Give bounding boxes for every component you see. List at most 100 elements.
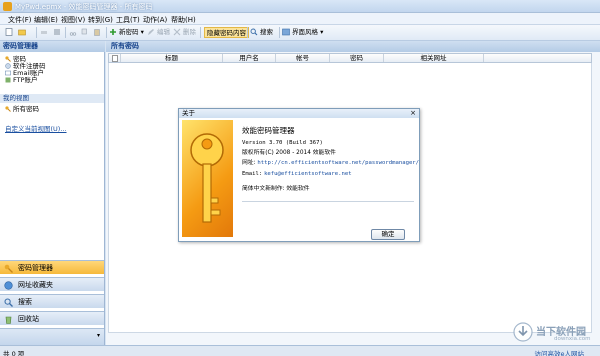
- menu-bar: 文件(F) 编辑(E) 视图(V) 转到(G) 工具(T) 动作(A) 帮助(H…: [0, 13, 600, 25]
- status-bar: 共 0 项 访问高效e人网站: [0, 345, 600, 356]
- dialog-divider: [242, 201, 414, 202]
- key-illustration: [182, 120, 233, 237]
- nav-search[interactable]: 搜索: [0, 294, 104, 308]
- sidebar-header: 密码管理器: [0, 41, 105, 52]
- open-button[interactable]: [18, 27, 28, 38]
- col-title[interactable]: 标题: [121, 54, 223, 62]
- theme-button[interactable]: 界面风格 ▾: [282, 27, 323, 38]
- paste-button[interactable]: [93, 27, 103, 38]
- menu-tools[interactable]: 工具(T): [116, 15, 140, 25]
- new-password-label: 新密码: [119, 28, 139, 36]
- product-name: 效能密码管理器: [242, 126, 295, 135]
- plus-icon: [110, 29, 116, 35]
- email-icon: [5, 70, 11, 76]
- new-file-icon: [5, 28, 13, 36]
- watermark: 当下软件园 downxia.com: [512, 320, 597, 344]
- search-button[interactable]: 搜索: [250, 27, 273, 38]
- hide-password-label: 隐藏密码内容: [207, 29, 246, 37]
- document-icon: [111, 54, 118, 62]
- theme-icon: [282, 28, 290, 36]
- save-button[interactable]: [53, 27, 63, 38]
- nav-password-manager[interactable]: 密码管理器: [0, 260, 104, 274]
- col-password[interactable]: 密码: [330, 54, 384, 62]
- menu-goto[interactable]: 转到(G): [88, 15, 113, 25]
- hide-password-button[interactable]: 隐藏密码内容: [204, 27, 249, 38]
- key-icon: [5, 56, 11, 62]
- dialog-title: 关于: [179, 109, 419, 118]
- folder-icon: [18, 29, 26, 36]
- ftp-icon: [5, 77, 11, 83]
- localization-credit: 简体中文新制作: 效能软件: [242, 186, 310, 192]
- search-label: 搜索: [260, 28, 273, 36]
- visit-website-link[interactable]: 访问高效e人网站: [535, 348, 585, 356]
- print-button[interactable]: [40, 27, 50, 38]
- menu-help[interactable]: 帮助(H): [171, 15, 196, 25]
- print-icon: [41, 31, 47, 34]
- nav-label: 网址收藏夹: [18, 281, 53, 289]
- scissors-icon: [69, 32, 77, 36]
- nav-configure-icon[interactable]: ▾: [97, 332, 100, 339]
- sidebar: 密码管理器 密码 软件注册码 Email账户 FTP账户 我的视图 所有密码 自…: [0, 41, 105, 345]
- about-dialog: 关于 × 效能密码管理器 Version 3.70 (Build 367) 版权…: [178, 108, 420, 242]
- paste-icon: [94, 29, 100, 36]
- item-count: 共 0 项: [3, 350, 25, 356]
- my-views-section: 我的视图: [0, 94, 104, 103]
- app-icon: [3, 2, 12, 11]
- key-icon: [190, 133, 224, 223]
- website-link[interactable]: http://cn.efficientsoftware.net/password…: [257, 160, 419, 166]
- window-title: MyPwd.epmx - 效能密码管理器 - 所有密码: [15, 3, 153, 11]
- menu-view[interactable]: 视图(V): [61, 15, 85, 25]
- nav-footer[interactable]: ▾: [0, 328, 104, 345]
- col-username[interactable]: 用户名: [223, 54, 276, 62]
- nav-recycle-bin[interactable]: 回收站: [0, 311, 104, 325]
- theme-label: 界面风格: [292, 28, 318, 36]
- search-icon: [4, 298, 13, 307]
- delete-button[interactable]: 删除: [173, 27, 196, 38]
- key-icon: [4, 264, 13, 273]
- new-password-button[interactable]: 新密码 ▾: [109, 27, 144, 38]
- col-type-icon[interactable]: [109, 54, 121, 62]
- main-header: 所有密码: [106, 41, 600, 52]
- save-icon: [54, 29, 60, 35]
- new-file-button[interactable]: [5, 27, 15, 38]
- menu-actions[interactable]: 动作(A): [143, 15, 167, 25]
- email-link[interactable]: kefu@efficientsoftware.net: [264, 171, 352, 177]
- ok-button[interactable]: 确定: [371, 229, 405, 240]
- title-bar: MyPwd.epmx - 效能密码管理器 - 所有密码: [0, 0, 600, 13]
- dialog-close-button[interactable]: ×: [410, 109, 416, 118]
- search-icon: [250, 28, 258, 36]
- sidebar-item-ftp-accounts[interactable]: FTP账户: [5, 77, 38, 84]
- version-text: Version 3.70 (Build 367): [242, 140, 323, 146]
- col-related-url[interactable]: 相关网址: [384, 54, 484, 62]
- copyright-text: 版权所有(C) 2008 - 2014 效能软件: [242, 150, 336, 156]
- cd-icon: [5, 63, 11, 69]
- view-all-passwords[interactable]: 所有密码: [5, 106, 39, 113]
- nav-label: 回收站: [18, 315, 39, 323]
- nav-label: 密码管理器: [18, 264, 53, 272]
- email-label: Email:: [242, 171, 263, 177]
- custom-view-link[interactable]: 自定义当前视图(U)...: [5, 123, 67, 133]
- watermark-subtext: downxia.com: [554, 336, 591, 342]
- edit-icon: [148, 29, 154, 35]
- delete-label: 删除: [183, 28, 196, 36]
- menu-file[interactable]: 文件(F): [8, 15, 32, 25]
- sidebar-item-label: FTP账户: [13, 76, 38, 84]
- copy-icon: [81, 28, 87, 35]
- cut-button[interactable]: [69, 27, 79, 38]
- col-account[interactable]: 帐号: [276, 54, 330, 62]
- globe-icon: [4, 281, 13, 290]
- email-row: Email: kefu@efficientsoftware.net: [242, 171, 352, 178]
- nav-url-favorites[interactable]: 网址收藏夹: [0, 277, 104, 291]
- edit-label: 编辑: [157, 28, 170, 36]
- recycle-bin-icon: [5, 316, 12, 324]
- edit-button[interactable]: 编辑: [147, 27, 170, 38]
- key-icon: [5, 106, 11, 112]
- menu-edit[interactable]: 编辑(E): [34, 15, 58, 25]
- nav-label: 搜索: [18, 298, 32, 306]
- toolbar: 新密码 ▾ 编辑 删除 隐藏密码内容 搜索 界面风格 ▾: [0, 25, 600, 41]
- copy-button[interactable]: [81, 27, 91, 38]
- website-row: 网址: http://cn.efficientsoftware.net/pass…: [242, 160, 419, 167]
- delete-icon: [173, 28, 181, 36]
- grid-header: 标题 用户名 帐号 密码 相关网址: [108, 53, 592, 63]
- view-all-passwords-label: 所有密码: [13, 105, 39, 113]
